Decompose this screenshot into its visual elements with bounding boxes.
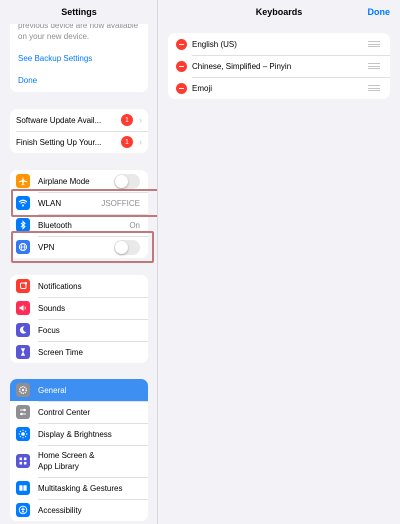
home-screen-label: Home Screen & App Library xyxy=(38,450,148,472)
detail-title: Keyboards xyxy=(255,7,303,17)
keyboards-panel: Keyboards Done English (US) Chinese, Sim… xyxy=(158,0,400,524)
notifications-group: Notifications Sounds Focus Screen Time xyxy=(10,275,148,363)
reorder-grip-icon[interactable] xyxy=(368,85,380,91)
updates-group: Software Update Avail... 1 › Finish Sett… xyxy=(10,109,148,153)
grid-icon xyxy=(16,454,30,468)
notifications-label: Notifications xyxy=(38,281,82,291)
software-update-badge: 1 xyxy=(121,114,133,126)
accessibility-icon xyxy=(16,503,30,517)
delete-minus-icon[interactable] xyxy=(176,60,187,72)
display-brightness-row[interactable]: Display & Brightness xyxy=(10,423,148,445)
wlan-row[interactable]: WLAN JSOFFICE xyxy=(10,192,148,214)
keyboard-row: Emoji xyxy=(168,77,390,99)
software-update-row[interactable]: Software Update Avail... 1 › xyxy=(10,109,148,131)
multitask-icon xyxy=(16,481,30,495)
general-row[interactable]: General xyxy=(10,379,148,401)
bell-icon xyxy=(16,279,30,293)
sidebar-title: Settings xyxy=(0,0,157,24)
wlan-network-value: JSOFFICE xyxy=(101,198,140,208)
airplane-mode-label: Airplane Mode xyxy=(38,176,90,186)
airplane-mode-toggle[interactable] xyxy=(114,173,140,189)
focus-row[interactable]: Focus xyxy=(10,319,148,341)
software-update-label: Software Update Avail... xyxy=(16,115,102,125)
general-group: General Control Center Display & Brightn… xyxy=(10,379,148,521)
accessibility-row[interactable]: Accessibility xyxy=(10,499,148,521)
bluetooth-icon xyxy=(16,218,30,232)
screen-time-label: Screen Time xyxy=(38,347,83,357)
finish-setup-row[interactable]: Finish Setting Up Your... 1 › xyxy=(10,131,148,153)
accessibility-label: Accessibility xyxy=(38,505,82,515)
sliders-icon xyxy=(16,405,30,419)
home-screen-row[interactable]: Home Screen & App Library xyxy=(10,445,148,477)
bluetooth-status-value: On xyxy=(129,220,140,230)
delete-minus-icon[interactable] xyxy=(176,38,187,50)
multitasking-label: Multitasking & Gestures xyxy=(38,483,123,493)
keyboards-list: English (US) Chinese, Simplified – Pinyi… xyxy=(168,33,390,99)
finish-setup-badge: 1 xyxy=(121,136,133,148)
focus-label: Focus xyxy=(38,325,60,335)
moon-icon xyxy=(16,323,30,337)
keyboard-label: Chinese, Simplified – Pinyin xyxy=(192,61,292,71)
backup-done-link[interactable]: Done xyxy=(18,76,37,85)
notifications-row[interactable]: Notifications xyxy=(10,275,148,297)
hourglass-icon xyxy=(16,345,30,359)
delete-minus-icon[interactable] xyxy=(176,82,187,94)
home-screen-label-line1: Home Screen & xyxy=(38,451,95,460)
display-brightness-label: Display & Brightness xyxy=(38,429,112,439)
detail-done-button[interactable]: Done xyxy=(368,7,391,17)
vpn-label: VPN xyxy=(38,242,55,252)
screen-time-row[interactable]: Screen Time xyxy=(10,341,148,363)
airplane-mode-row: Airplane Mode xyxy=(10,170,148,192)
multitasking-row[interactable]: Multitasking & Gestures xyxy=(10,477,148,499)
connectivity-group: Airplane Mode WLAN JSOFFICE Bluetooth On… xyxy=(10,170,148,258)
sounds-label: Sounds xyxy=(38,303,66,313)
sun-icon xyxy=(16,427,30,441)
sounds-row[interactable]: Sounds xyxy=(10,297,148,319)
finish-setup-label: Finish Setting Up Your... xyxy=(16,137,102,147)
bluetooth-label: Bluetooth xyxy=(38,220,72,230)
chevron-right-icon: › xyxy=(139,137,142,147)
vpn-row: VPN xyxy=(10,236,148,258)
home-screen-label-line2: App Library xyxy=(38,462,79,471)
keyboard-label: English (US) xyxy=(192,39,237,49)
vpn-globe-icon xyxy=(16,240,30,254)
keyboard-row: English (US) xyxy=(168,33,390,55)
wlan-label: WLAN xyxy=(38,198,62,208)
speaker-icon xyxy=(16,301,30,315)
control-center-label: Control Center xyxy=(38,407,91,417)
bluetooth-row[interactable]: Bluetooth On xyxy=(10,214,148,236)
keyboard-label: Emoji xyxy=(192,83,213,93)
keyboard-row: Chinese, Simplified – Pinyin xyxy=(168,55,390,77)
airplane-icon xyxy=(16,174,30,188)
gear-icon xyxy=(16,383,30,397)
chevron-right-icon: › xyxy=(139,115,142,125)
reorder-grip-icon[interactable] xyxy=(368,63,380,69)
general-label: General xyxy=(38,385,67,395)
wifi-icon xyxy=(16,196,30,210)
backup-notice: previous device are now available on you… xyxy=(10,21,148,92)
settings-sidebar: Settings previous device are now availab… xyxy=(0,0,158,524)
control-center-row[interactable]: Control Center xyxy=(10,401,148,423)
vpn-toggle[interactable] xyxy=(114,239,140,255)
see-backup-settings-link[interactable]: See Backup Settings xyxy=(18,54,92,63)
reorder-grip-icon[interactable] xyxy=(368,41,380,47)
